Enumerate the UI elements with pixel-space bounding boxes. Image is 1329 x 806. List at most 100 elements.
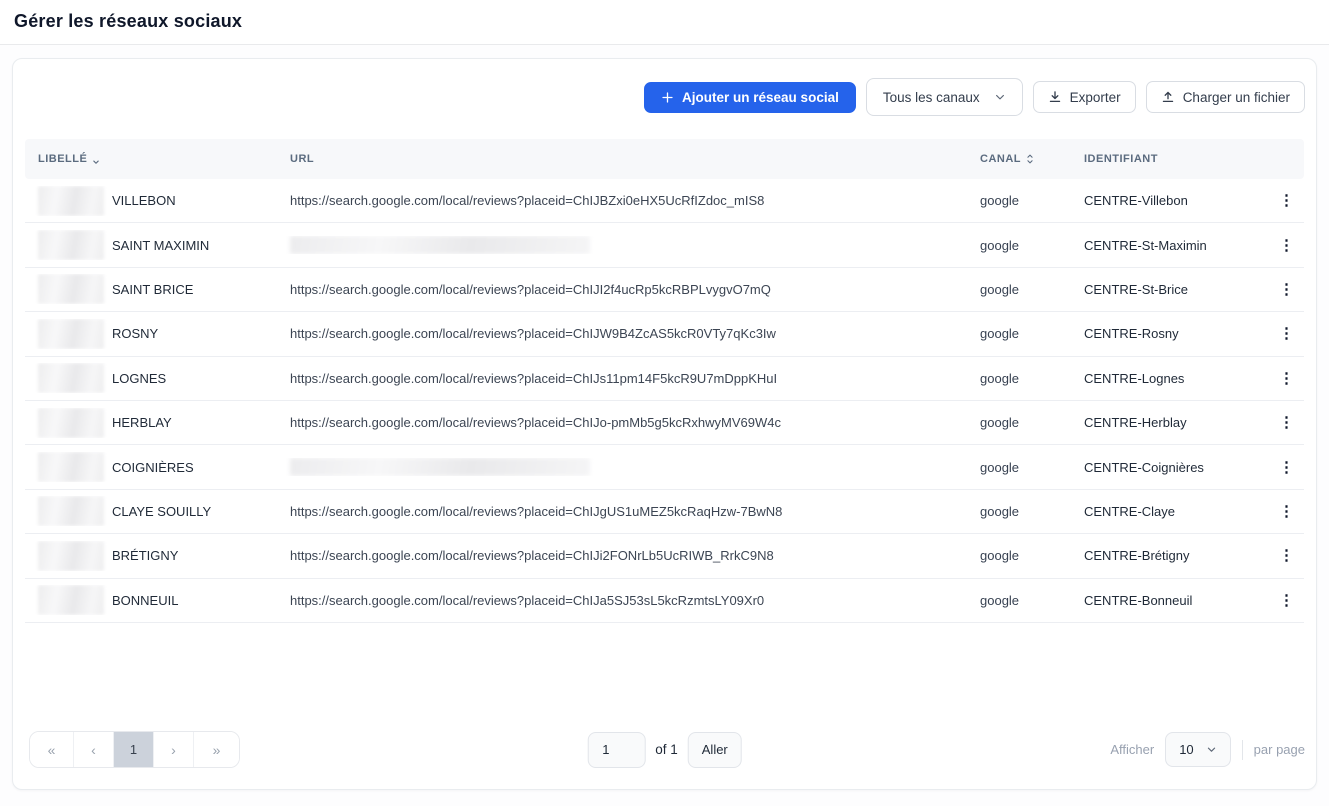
show-label: Afficher — [1110, 742, 1154, 757]
row-url: https://search.google.com/local/reviews?… — [290, 504, 782, 519]
row-libelle: COIGNIÈRES — [112, 460, 194, 475]
row-canal: google — [967, 371, 1071, 386]
go-to-page-button[interactable]: Aller — [688, 732, 742, 768]
next-page-button[interactable]: › — [153, 732, 193, 767]
row-identifiant: CENTRE-Claye — [1071, 504, 1268, 519]
row-actions-kebab-icon[interactable]: ⋮ — [1273, 411, 1301, 434]
table-row: ROSNY https://search.google.com/local/re… — [25, 312, 1304, 356]
row-libelle: LOGNES — [112, 371, 166, 386]
redacted-logo-thumbnail — [38, 452, 104, 482]
table-row: VILLEBON https://search.google.com/local… — [25, 179, 1304, 223]
row-libelle: ROSNY — [112, 326, 158, 341]
column-header-canal[interactable]: CANAL — [967, 153, 1071, 165]
redacted-logo-thumbnail — [38, 186, 104, 216]
row-url: https://search.google.com/local/reviews?… — [290, 282, 771, 297]
row-actions-kebab-icon[interactable]: ⋮ — [1273, 589, 1301, 612]
content-card: Ajouter un réseau social Tous les canaux… — [12, 58, 1317, 790]
row-actions-kebab-icon[interactable]: ⋮ — [1273, 278, 1301, 301]
table-row: BRÉTIGNY https://search.google.com/local… — [25, 534, 1304, 578]
row-actions-kebab-icon[interactable]: ⋮ — [1273, 367, 1301, 390]
social-networks-table: LIBELLÉ URL CANAL IDENTIFIANT — [25, 139, 1304, 623]
redacted-logo-thumbnail — [38, 274, 104, 304]
column-header-libelle[interactable]: LIBELLÉ — [25, 152, 277, 167]
chevron-down-icon — [994, 91, 1006, 103]
upload-file-button[interactable]: Charger un fichier — [1146, 81, 1305, 113]
row-actions-kebab-icon[interactable]: ⋮ — [1273, 234, 1301, 257]
page-number-input[interactable] — [587, 732, 645, 768]
row-actions-kebab-icon[interactable]: ⋮ — [1273, 189, 1301, 212]
redacted-url — [290, 236, 590, 254]
table-row: BONNEUIL https://search.google.com/local… — [25, 579, 1304, 623]
sort-descending-icon — [91, 152, 101, 167]
redacted-logo-thumbnail — [38, 585, 104, 615]
column-header-canal-label: CANAL — [980, 153, 1021, 165]
row-actions-kebab-icon[interactable]: ⋮ — [1273, 500, 1301, 523]
page-header: Gérer les réseaux sociaux — [0, 0, 1329, 45]
row-libelle: HERBLAY — [112, 415, 172, 430]
page-size-value: 10 — [1179, 742, 1193, 757]
page-title: Gérer les réseaux sociaux — [14, 11, 1315, 32]
channel-filter-value: Tous les canaux — [883, 90, 980, 105]
first-page-button[interactable]: « — [30, 732, 73, 767]
upload-file-label: Charger un fichier — [1183, 90, 1290, 105]
of-total-label: of 1 — [655, 742, 678, 757]
redacted-logo-thumbnail — [38, 319, 104, 349]
table-row: CLAYE SOUILLY https://search.google.com/… — [25, 490, 1304, 534]
row-url: https://search.google.com/local/reviews?… — [290, 548, 774, 563]
column-header-url-label: URL — [290, 153, 314, 165]
upload-icon — [1161, 90, 1175, 104]
column-header-url: URL — [277, 153, 967, 165]
row-libelle: CLAYE SOUILLY — [112, 504, 211, 519]
row-canal: google — [967, 415, 1071, 430]
table-row: COIGNIÈRES google CENTRE-Coignières ⋮ — [25, 445, 1304, 489]
column-header-libelle-label: LIBELLÉ — [38, 153, 87, 165]
row-actions-kebab-icon[interactable]: ⋮ — [1273, 456, 1301, 479]
row-actions-kebab-icon[interactable]: ⋮ — [1273, 544, 1301, 567]
row-canal: google — [967, 193, 1071, 208]
column-header-identifiant: IDENTIFIANT — [1071, 153, 1268, 165]
pagination-bar: « ‹ 1 › » of 1 Aller Afficher 10 par pag… — [13, 731, 1316, 789]
current-page-button[interactable]: 1 — [113, 732, 153, 767]
download-icon — [1048, 90, 1062, 104]
table-header-row: LIBELLÉ URL CANAL IDENTIFIANT — [25, 139, 1304, 179]
divider — [1242, 740, 1243, 760]
add-social-network-button[interactable]: Ajouter un réseau social — [644, 82, 856, 113]
row-url: https://search.google.com/local/reviews?… — [290, 371, 777, 386]
row-canal: google — [967, 504, 1071, 519]
column-header-identifiant-label: IDENTIFIANT — [1084, 153, 1158, 165]
row-url: https://search.google.com/local/reviews?… — [290, 326, 776, 341]
previous-page-button[interactable]: ‹ — [73, 732, 113, 767]
row-identifiant: CENTRE-Lognes — [1071, 371, 1268, 386]
row-canal: google — [967, 460, 1071, 475]
row-identifiant: CENTRE-St-Brice — [1071, 282, 1268, 297]
goto-page-group: of 1 Aller — [587, 732, 742, 768]
toolbar: Ajouter un réseau social Tous les canaux… — [13, 59, 1316, 116]
row-canal: google — [967, 282, 1071, 297]
chevron-down-icon — [1206, 744, 1217, 755]
row-canal: google — [967, 326, 1071, 341]
row-libelle: SAINT MAXIMIN — [112, 238, 209, 253]
last-page-button[interactable]: » — [193, 732, 239, 767]
row-url: https://search.google.com/local/reviews?… — [290, 415, 781, 430]
row-actions-kebab-icon[interactable]: ⋮ — [1273, 322, 1301, 345]
redacted-logo-thumbnail — [38, 541, 104, 571]
pager-group: « ‹ 1 › » — [29, 731, 240, 768]
row-identifiant: CENTRE-Bonneuil — [1071, 593, 1268, 608]
row-identifiant: CENTRE-St-Maximin — [1071, 238, 1268, 253]
table-row: SAINT MAXIMIN google CENTRE-St-Maximin ⋮ — [25, 223, 1304, 267]
add-social-network-label: Ajouter un réseau social — [682, 90, 839, 105]
row-identifiant: CENTRE-Villebon — [1071, 193, 1268, 208]
export-button[interactable]: Exporter — [1033, 81, 1136, 113]
per-page-label: par page — [1254, 742, 1305, 757]
page-size-select[interactable]: 10 — [1165, 732, 1230, 767]
row-identifiant: CENTRE-Brétigny — [1071, 548, 1268, 563]
sort-both-icon — [1025, 153, 1035, 165]
row-url: https://search.google.com/local/reviews?… — [290, 193, 764, 208]
channel-filter-select[interactable]: Tous les canaux — [866, 78, 1023, 116]
page-size-group: Afficher 10 par page — [1110, 732, 1305, 767]
redacted-url — [290, 458, 590, 476]
row-identifiant: CENTRE-Rosny — [1071, 326, 1268, 341]
row-libelle: SAINT BRICE — [112, 282, 193, 297]
row-url: https://search.google.com/local/reviews?… — [290, 593, 764, 608]
table-row: LOGNES https://search.google.com/local/r… — [25, 357, 1304, 401]
